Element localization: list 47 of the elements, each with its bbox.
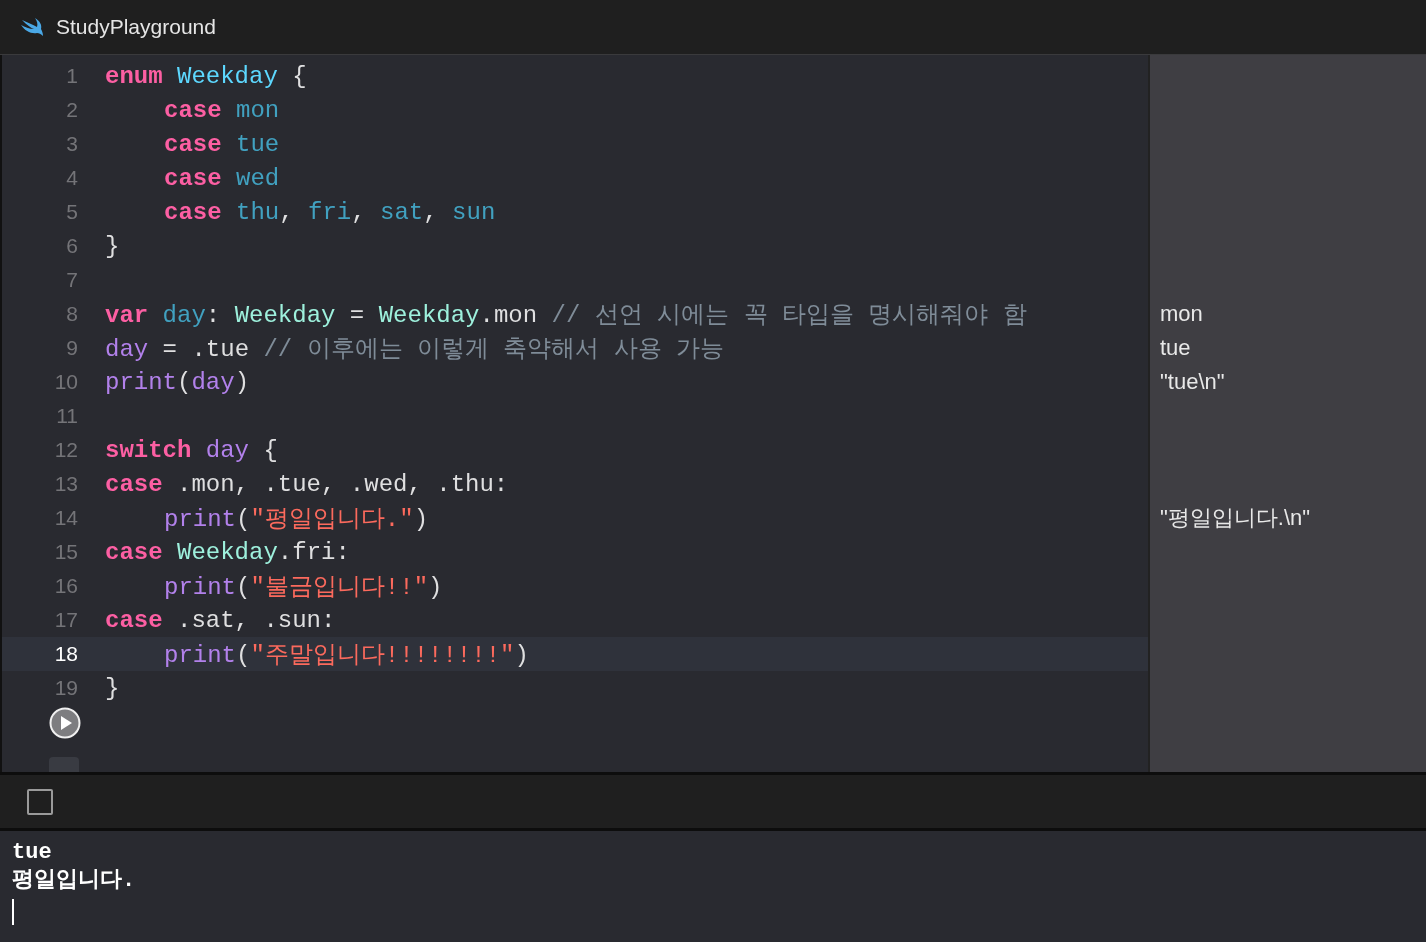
play-button[interactable]: [49, 707, 81, 739]
line-number: 16: [53, 574, 78, 598]
code-text: day = .tue // 이후에는 이렇게 축약해서 사용 가능: [105, 335, 725, 364]
swift-bird-icon: [20, 17, 44, 37]
code-text: case mon: [164, 96, 280, 124]
line-number: 4: [65, 166, 78, 190]
console-output: 평일입니다.: [12, 867, 137, 895]
code-text: print("평일입니다."): [164, 505, 429, 534]
line-number: 2: [65, 98, 78, 122]
line-number: 8: [65, 302, 78, 326]
debug-area-toggle[interactable]: [27, 788, 53, 815]
code-text: case wed: [164, 164, 280, 192]
code-text: var day: Weekday = Weekday.mon // 선언 시에는 꼭 타입을 명시해줘야 함: [105, 301, 1027, 330]
code-text: case .mon, .tue, .wed, .thu:: [105, 470, 509, 498]
window-title: StudyPlayground: [56, 15, 216, 39]
code-text: }: [105, 674, 120, 702]
code-text: case thu, fri, sat, sun: [164, 198, 496, 226]
line-number: 14: [53, 506, 78, 530]
line-number: 9: [65, 336, 78, 360]
line-number: 5: [65, 200, 78, 224]
line-number: 18: [53, 642, 78, 666]
code-text: print("불금입니다!!"): [164, 573, 443, 602]
code-text: switch day {: [105, 436, 278, 464]
result-value[interactable]: "평일입니다.\n": [1160, 503, 1311, 533]
code-text: }: [105, 232, 120, 260]
result-value[interactable]: mon: [1160, 301, 1203, 327]
line-number: 19: [53, 676, 78, 700]
line-number: 10: [53, 370, 78, 394]
line-number: 17: [53, 608, 78, 632]
line-number: 6: [65, 234, 78, 258]
line-number: 15: [53, 540, 78, 564]
line-number: 1: [65, 64, 78, 88]
line-number: 13: [53, 472, 78, 496]
code-text: print("주말입니다!!!!!!!!"): [164, 641, 529, 670]
result-value[interactable]: tue: [1160, 335, 1191, 361]
line-number: 11: [55, 404, 78, 428]
code-text: case .sat, .sun:: [105, 606, 336, 634]
result-value[interactable]: "tue\n": [1160, 369, 1225, 395]
code-text: case tue: [164, 130, 280, 158]
line-number: 3: [65, 132, 78, 156]
console-output: tue: [12, 839, 53, 867]
line-number: 7: [65, 268, 78, 292]
code-text: enum Weekday {: [105, 62, 307, 90]
line-number: 12: [53, 438, 78, 462]
code-text: print(day): [105, 368, 250, 396]
text-cursor: [12, 899, 14, 925]
code-text: case Weekday.fri:: [105, 538, 350, 566]
